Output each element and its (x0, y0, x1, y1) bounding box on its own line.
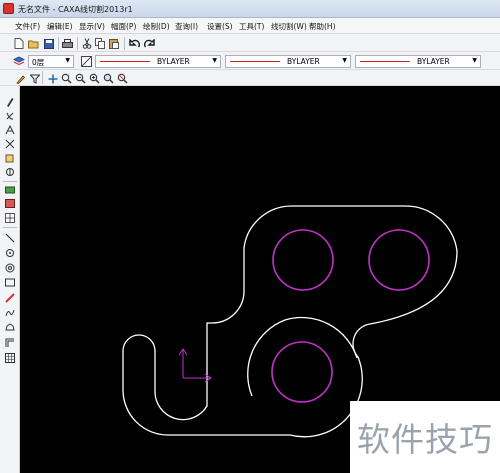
hole-circle (271, 341, 333, 403)
menu-tools[interactable]: 工具(T) (239, 21, 264, 32)
pencil-icon[interactable] (4, 96, 16, 107)
watermark: 软件技巧 (350, 401, 500, 473)
chevron-down-icon: ▼ (65, 57, 70, 64)
pen-icon[interactable] (14, 72, 27, 85)
hole-circle (272, 229, 334, 291)
lineweight-swatch (230, 61, 280, 62)
pan-icon[interactable] (46, 72, 59, 85)
new-icon[interactable] (12, 37, 25, 50)
table-icon[interactable] (4, 352, 16, 363)
image-icon[interactable] (4, 198, 16, 209)
text-icon[interactable] (4, 124, 16, 135)
zoom-previous-icon[interactable] (116, 72, 129, 85)
linetype-value: BYLAYER (157, 57, 190, 66)
color-select[interactable]: BYLAYER ▼ (355, 55, 481, 68)
watermark-text: 软件技巧 (357, 420, 493, 459)
point-icon[interactable] (4, 247, 16, 258)
zoom-in-icon[interactable] (88, 72, 101, 85)
print-icon[interactable] (61, 37, 74, 50)
line-icon[interactable] (4, 232, 16, 243)
open-icon[interactable] (27, 37, 40, 50)
copy-icon[interactable] (94, 37, 107, 50)
menu-view[interactable]: 显示(V) (79, 21, 105, 32)
menu-query[interactable]: 查询(I) (175, 21, 198, 32)
standard-toolbar (0, 34, 500, 52)
save-icon[interactable] (42, 37, 55, 50)
hatch-icon[interactable] (4, 292, 16, 303)
lineweight-select[interactable]: BYLAYER ▼ (225, 55, 351, 68)
camera-icon[interactable] (4, 184, 16, 195)
paste-icon[interactable] (108, 37, 121, 50)
lower-boss-arc (247, 316, 358, 397)
zoom-realtime-icon[interactable] (74, 72, 87, 85)
trim-icon[interactable] (4, 138, 16, 149)
view-toolbar (0, 70, 500, 86)
chevron-down-icon: ▼ (212, 57, 217, 64)
menu-help[interactable]: 帮助(H) (309, 21, 336, 32)
menu-draw[interactable]: 绘制(D) (143, 21, 170, 32)
undo-icon[interactable] (128, 37, 141, 50)
cut-icon[interactable] (80, 37, 93, 50)
menu-bar: 文件(F) 编辑(E) 显示(V) 幅面(P) 绘制(D) 查询(I) 设置(S… (0, 18, 500, 34)
left-toolbar (0, 86, 20, 473)
layer-icon[interactable] (12, 55, 25, 68)
menu-page[interactable]: 幅面(P) (111, 21, 136, 32)
cloud-icon[interactable] (4, 322, 16, 333)
menu-edit[interactable]: 编辑(E) (47, 21, 73, 32)
title-bar: 无名文件 - CAXA线切割2013r1 (0, 0, 500, 18)
menu-file[interactable]: 文件(F) (15, 21, 40, 32)
linetype-select[interactable]: BYLAYER ▼ (95, 55, 221, 68)
library-icon[interactable] (4, 166, 16, 177)
offset-icon[interactable] (4, 337, 16, 348)
redo-icon[interactable] (143, 37, 156, 50)
app-logo-icon (3, 3, 14, 14)
ucs-axis-icon (178, 348, 212, 383)
grid-icon[interactable] (4, 212, 16, 223)
color-swatch (360, 61, 410, 62)
menu-wirecut[interactable]: 线切割(W) (271, 21, 307, 32)
window-title: 无名文件 - CAXA线切割2013r1 (18, 5, 133, 14)
zoom-window-icon[interactable] (60, 72, 73, 85)
rect-icon[interactable] (4, 277, 16, 288)
linetype-icon[interactable] (80, 55, 93, 68)
circle-icon[interactable] (4, 262, 16, 273)
layer-select[interactable]: 0层 ▼ (28, 55, 74, 68)
layer-value: 0层 (32, 58, 45, 67)
block-icon[interactable] (4, 152, 16, 163)
modify-icon[interactable] (4, 110, 16, 121)
hole-circle (368, 229, 430, 291)
lineweight-value: BYLAYER (287, 57, 320, 66)
chevron-down-icon: ▼ (342, 57, 347, 64)
linetype-swatch (100, 61, 150, 62)
filter-icon[interactable] (28, 72, 41, 85)
menu-settings[interactable]: 设置(S) (207, 21, 233, 32)
properties-toolbar: 0层 ▼ BYLAYER ▼ BYLAYER ▼ BYLAYER ▼ (0, 52, 500, 70)
color-value: BYLAYER (417, 57, 450, 66)
zoom-extents-icon[interactable] (102, 72, 115, 85)
chevron-down-icon: ▼ (472, 57, 477, 64)
spline-icon[interactable] (4, 307, 16, 318)
